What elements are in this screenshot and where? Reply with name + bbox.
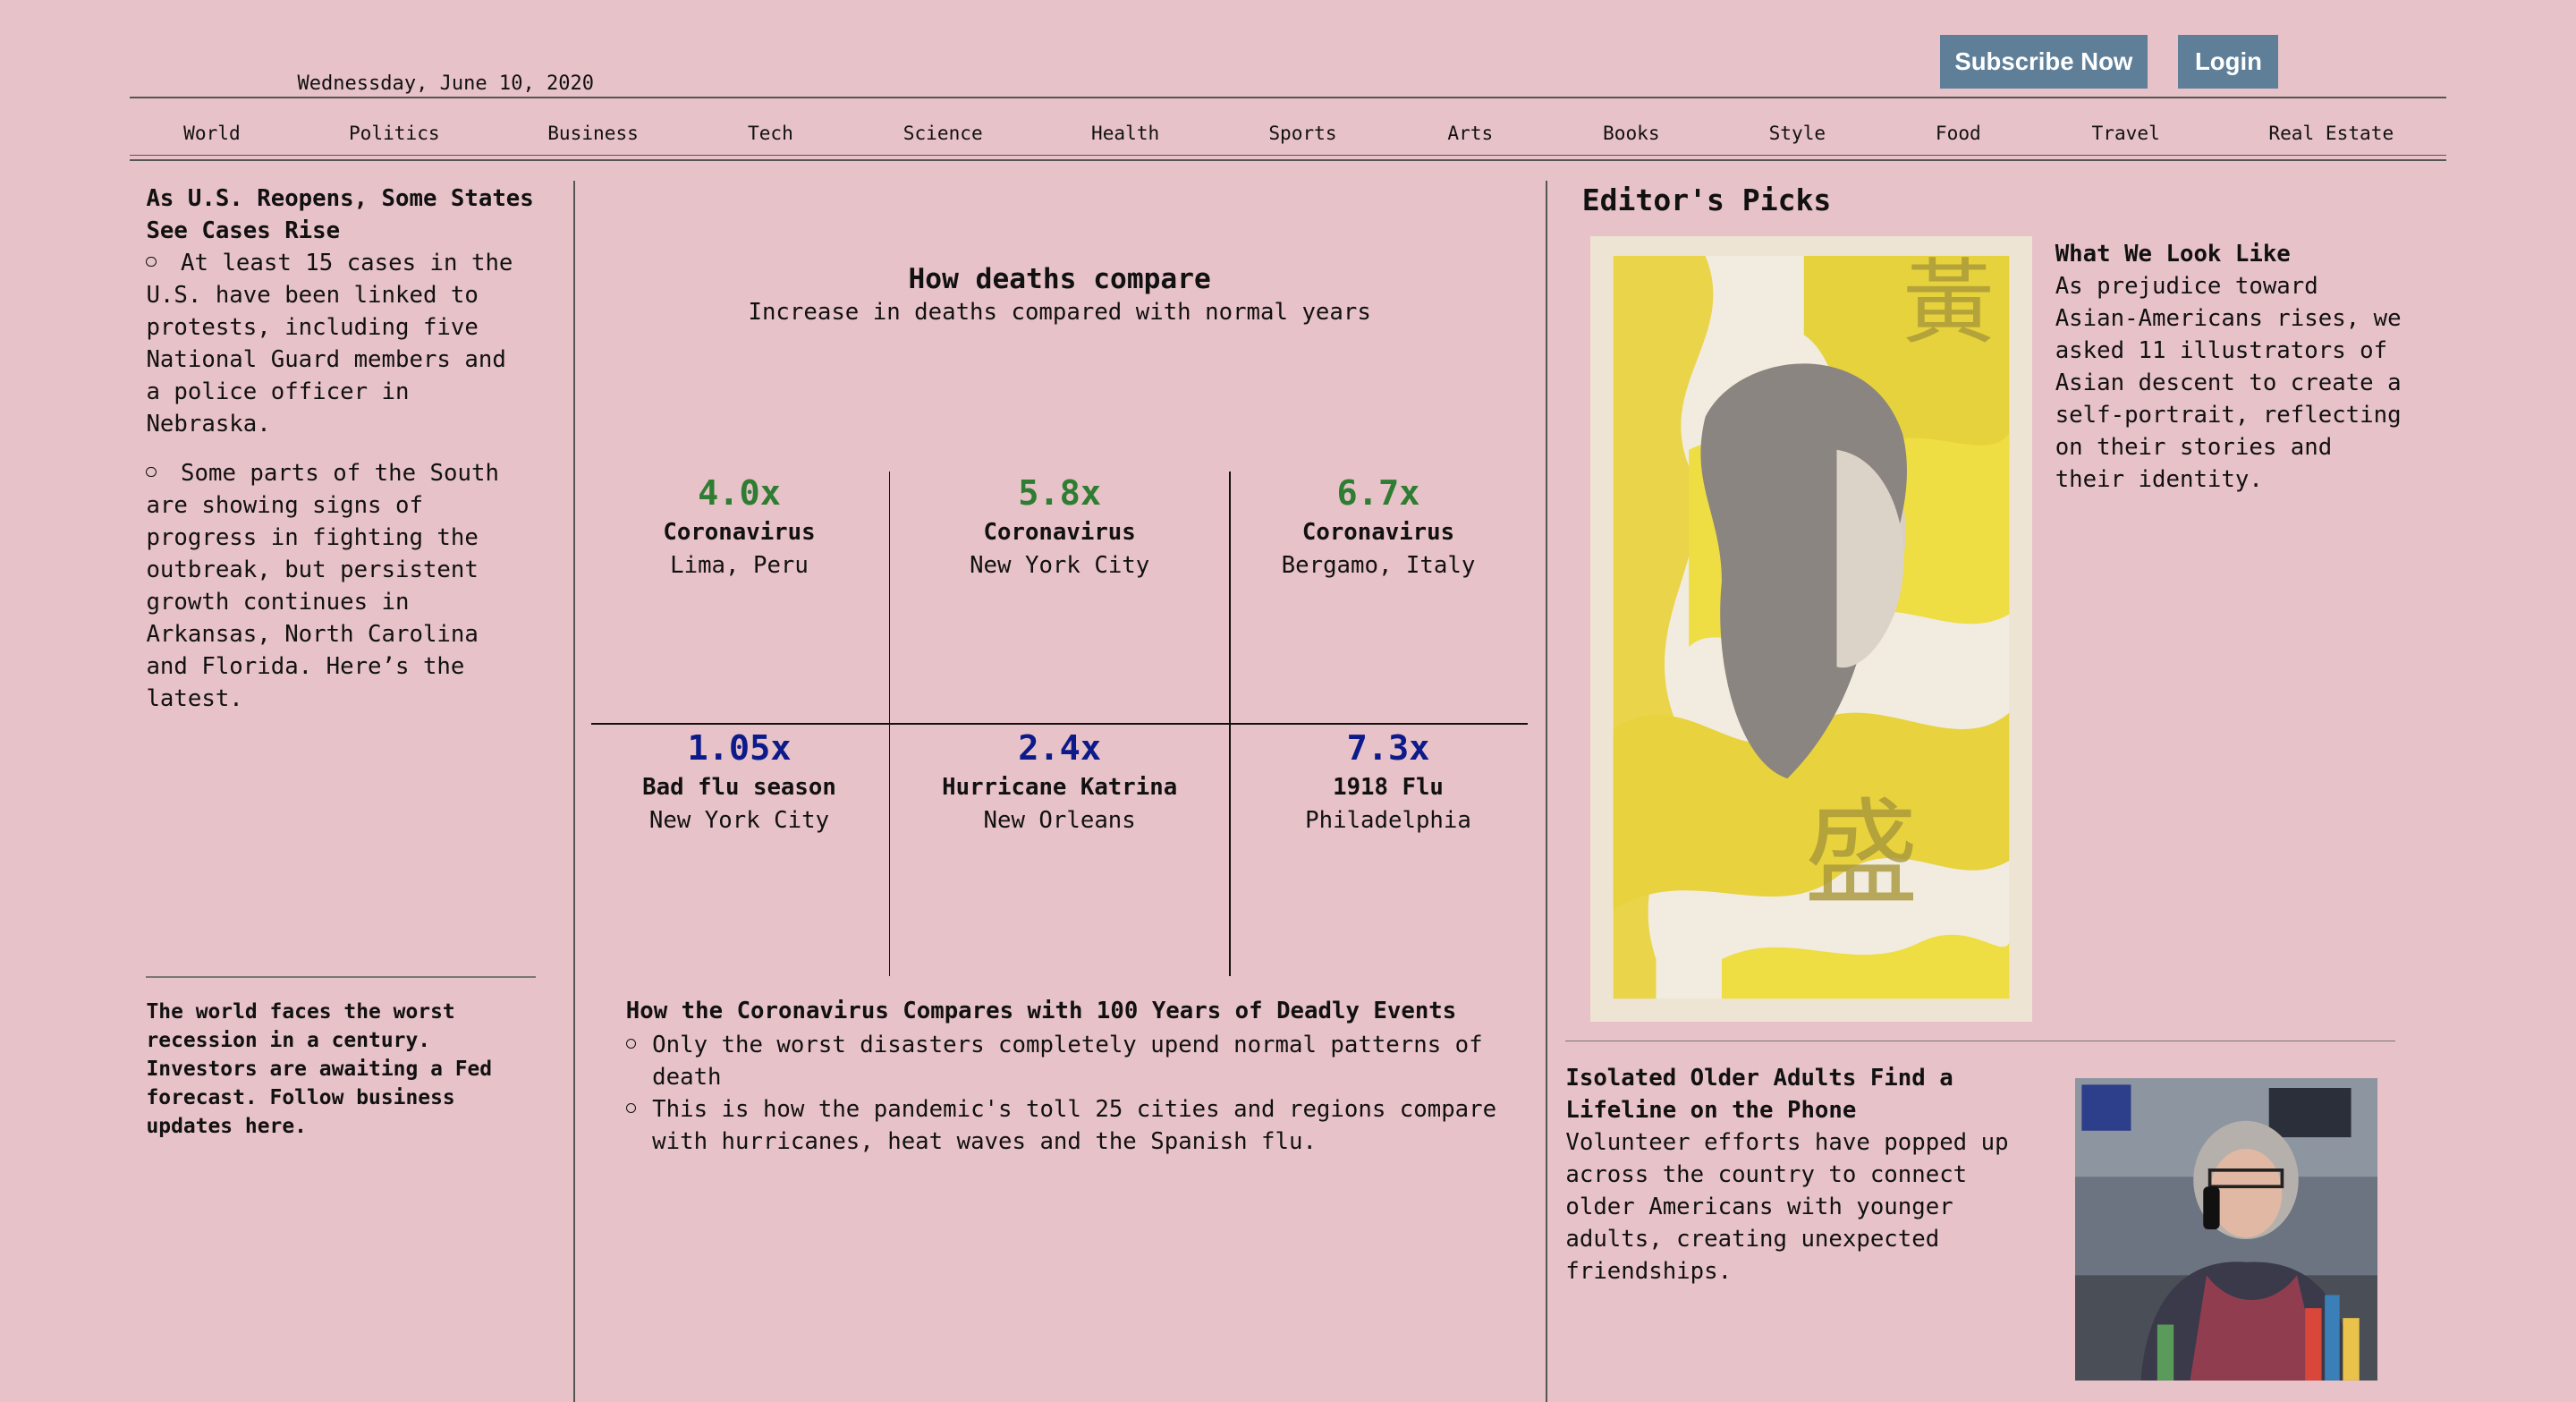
nav-item-politics[interactable]: Politics <box>349 122 440 144</box>
stat-name-katrina: Hurricane Katrina <box>942 774 1178 802</box>
left-divider <box>146 975 536 978</box>
portrait-illustration: 黃 盛 <box>1613 251 2010 999</box>
svg-text:盛: 盛 <box>1804 788 1919 922</box>
stat-location-nyc: New York City <box>970 552 1150 580</box>
left-bullet-2: Some parts of the South are showing sign… <box>146 457 527 715</box>
stat-value-1918-flu: 7.3x <box>1346 727 1430 769</box>
pick1-text: What We Look Like As prejudice toward As… <box>2055 238 2409 496</box>
center-article-bullet-1: Only the worst disasters completely upen… <box>625 1029 1521 1093</box>
nav-item-style[interactable]: Style <box>1769 122 1826 144</box>
pick1-body: As prejudice toward Asian-Americans rise… <box>2055 273 2402 494</box>
chart-subtitle: Increase in deaths compared with normal … <box>748 299 1371 327</box>
subscribe-button[interactable]: Subscribe Now <box>1940 34 2148 89</box>
stat-name-1918-flu: 1918 Flu <box>1333 774 1444 802</box>
stat-location-bergamo: Bergamo, Italy <box>1281 552 1476 580</box>
nav-item-health[interactable]: Health <box>1091 122 1159 144</box>
header-divider <box>130 97 2446 99</box>
stat-name-nyc: Coronavirus <box>983 519 1136 547</box>
nav-item-books[interactable]: Books <box>1603 122 1660 144</box>
nav-item-tech[interactable]: Tech <box>748 122 793 144</box>
stat-value-lima: 4.0x <box>698 472 781 514</box>
stat-location-katrina: New Orleans <box>983 806 1136 834</box>
nav-item-travel[interactable]: Travel <box>2092 122 2160 144</box>
login-button[interactable]: Login <box>2178 34 2279 89</box>
center-article-bullet-2: This is how the pandemic's toll 25 citie… <box>625 1093 1521 1158</box>
date-label: Wednessday, June 10, 2020 <box>297 72 595 95</box>
stat-name-bergamo: Coronavirus <box>1301 519 1455 547</box>
nav-item-food[interactable]: Food <box>1936 122 1981 144</box>
column-divider-left <box>573 181 575 1402</box>
left-footer-story[interactable]: The world faces the worst recession in a… <box>146 998 540 1142</box>
pick2-title[interactable]: Isolated Older Adults Find a Lifeline on… <box>1565 1062 2042 1126</box>
svg-text:黃: 黃 <box>1902 251 1995 358</box>
pick2-text: Isolated Older Adults Find a Lifeline on… <box>1565 1062 2042 1287</box>
stat-value-nyc: 5.8x <box>1018 472 1102 514</box>
left-bullet-1-text: At least 15 cases in the U.S. have been … <box>146 249 513 438</box>
nav-divider-top <box>130 154 2446 157</box>
stat-name-bad-flu: Bad flu season <box>642 774 836 802</box>
left-bullet-2-text: Some parts of the South are showing sign… <box>146 459 499 712</box>
nav-item-arts[interactable]: Arts <box>1447 122 1493 144</box>
right-divider <box>1565 1040 2395 1042</box>
pick2-image[interactable] <box>2074 1077 2377 1381</box>
left-headline[interactable]: As U.S. Reopens, Some States See Cases R… <box>146 183 540 247</box>
section-nav: World Politics Business Tech Science Hea… <box>130 122 2446 145</box>
stat-location-bad-flu: New York City <box>648 806 830 834</box>
nav-divider-bottom <box>130 159 2446 161</box>
center-article-list: Only the worst disasters completely upen… <box>625 1029 1521 1158</box>
stat-value-bergamo: 6.7x <box>1336 472 1420 514</box>
stat-location-1918-flu: Philadelphia <box>1305 806 1471 834</box>
chart-title: How deaths compare <box>908 262 1211 295</box>
pick1-title[interactable]: What We Look Like <box>2055 238 2409 270</box>
grid-divider-h <box>591 723 1529 725</box>
nav-item-business[interactable]: Business <box>547 122 639 144</box>
pick1-image[interactable]: 黃 盛 <box>1589 236 2032 1023</box>
center-article-title[interactable]: How the Coronavirus Compares with 100 Ye… <box>626 998 1456 1024</box>
nav-item-sports[interactable]: Sports <box>1268 122 1336 144</box>
left-bullet-1: At least 15 cases in the U.S. have been … <box>146 247 527 440</box>
nav-item-real-estate[interactable]: Real Estate <box>2268 122 2394 144</box>
stat-name-lima: Coronavirus <box>663 519 816 547</box>
column-divider-right <box>1546 181 1548 1402</box>
stat-value-bad-flu: 1.05x <box>687 727 792 769</box>
phone-photo <box>2074 1077 2377 1381</box>
nav-item-world[interactable]: World <box>183 122 241 144</box>
stat-location-lima: Lima, Peru <box>670 552 809 580</box>
nav-item-science[interactable]: Science <box>903 122 983 144</box>
pick2-body: Volunteer efforts have popped up across … <box>1565 1128 2009 1285</box>
stat-value-katrina: 2.4x <box>1018 727 1102 769</box>
editors-picks-title: Editor's Picks <box>1581 182 1832 217</box>
